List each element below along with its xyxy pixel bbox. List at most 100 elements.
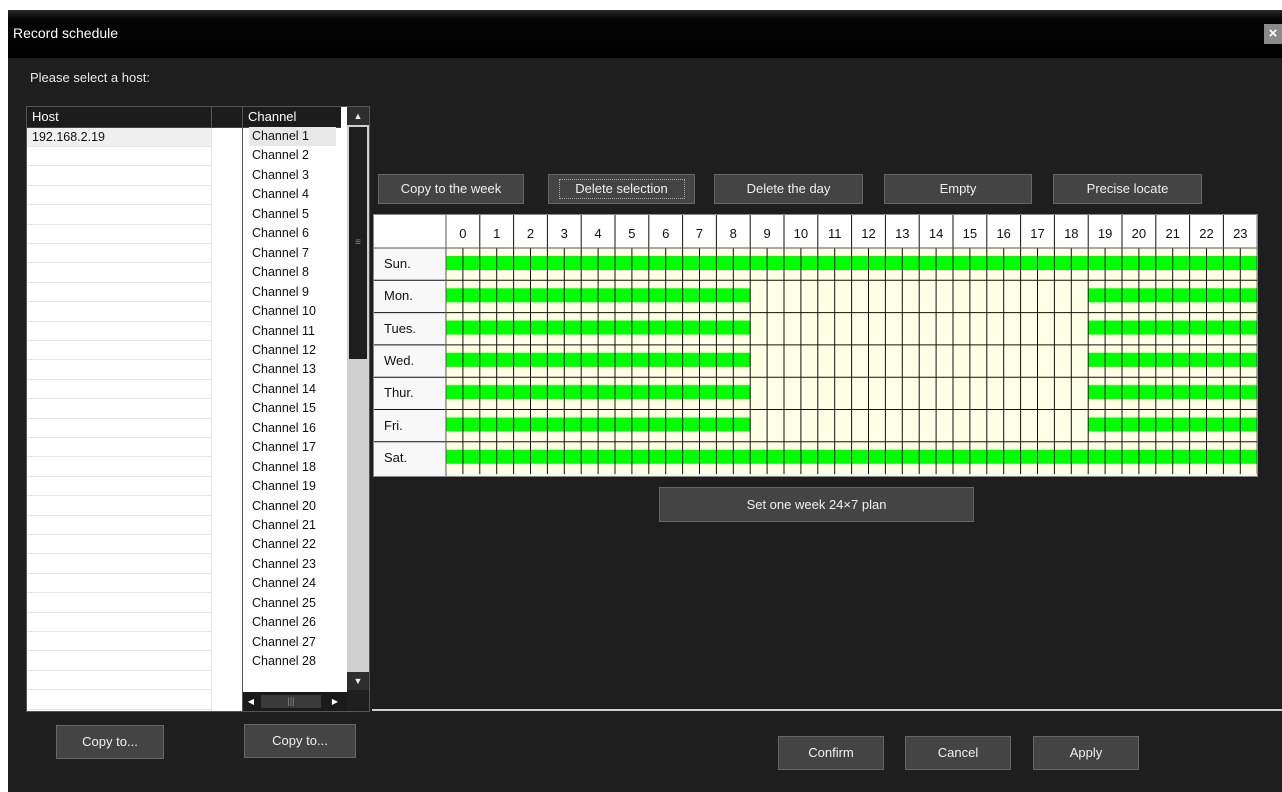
- delete-selection-button[interactable]: Delete selection: [548, 174, 695, 204]
- host-row[interactable]: 192.168.2.19: [27, 128, 211, 147]
- confirm-label: Confirm: [808, 745, 854, 760]
- triangle-right-icon[interactable]: ▶: [327, 692, 343, 711]
- hour-label: 4: [594, 226, 602, 241]
- host-empty-row: [27, 671, 211, 691]
- apply-label: Apply: [1069, 745, 1103, 760]
- channel-item[interactable]: Channel 18: [252, 458, 316, 477]
- select-host-prompt: Please select a host:: [30, 70, 150, 85]
- scrollbar-corner: [347, 690, 369, 711]
- host-empty-row: [27, 225, 211, 244]
- hour-label: 11: [827, 226, 842, 241]
- host-empty-row: [27, 380, 211, 400]
- delete-day-button[interactable]: Delete the day: [714, 174, 863, 204]
- host-empty-row: [27, 594, 211, 613]
- copy-to-week-button[interactable]: Copy to the week: [378, 174, 524, 204]
- host-copy-to-label: Copy to...: [82, 734, 138, 749]
- channel-item[interactable]: Channel 19: [252, 477, 316, 496]
- channel-item[interactable]: Channel 17: [252, 438, 316, 457]
- channel-item[interactable]: Channel 10: [252, 302, 316, 321]
- host-empty-row: [27, 303, 211, 322]
- channel-item[interactable]: Channel 5: [252, 205, 309, 224]
- day-label: Sun.: [384, 256, 411, 271]
- cancel-button[interactable]: Cancel: [905, 736, 1011, 770]
- channel-item[interactable]: Channel 6: [252, 224, 309, 243]
- host-empty-row: [27, 632, 211, 652]
- channel-item[interactable]: Channel 21: [252, 516, 316, 535]
- schedule-grid[interactable]: 0 1 2 3 4 5 6 7 8 9 10 11 12 13 14 15 16 17 18 19 20 21 22 23 S…: [373, 214, 1258, 477]
- set-week-plan-label: Set one week 24×7 plan: [746, 497, 887, 512]
- empty-label: Empty: [939, 181, 977, 196]
- confirm-button[interactable]: Confirm: [778, 736, 884, 770]
- channel-item[interactable]: Channel 7: [252, 244, 309, 263]
- channel-item[interactable]: Channel 2: [252, 146, 309, 165]
- channel-item[interactable]: Channel 24: [252, 574, 316, 593]
- apply-button[interactable]: Apply: [1033, 736, 1139, 770]
- hour-label: 22: [1199, 226, 1214, 241]
- channel-copy-to-label: Copy to...: [272, 733, 328, 748]
- host-empty-row: [27, 652, 211, 671]
- hour-label: 10: [793, 226, 809, 241]
- hour-label: 18: [1064, 226, 1079, 241]
- title-bar: Record schedule ×: [8, 10, 1282, 58]
- channel-item[interactable]: Channel 8: [252, 263, 309, 282]
- host-empty-row: [27, 691, 211, 710]
- hour-label: 23: [1233, 226, 1248, 241]
- triangle-left-icon[interactable]: ◀: [243, 692, 259, 711]
- close-icon[interactable]: ×: [1264, 24, 1282, 44]
- host-empty-row: [27, 555, 211, 574]
- channel-item[interactable]: Channel 26: [252, 613, 316, 632]
- channel-item[interactable]: Channel 1: [249, 127, 336, 147]
- empty-button[interactable]: Empty: [884, 174, 1032, 204]
- channel-item[interactable]: Channel 14: [252, 380, 316, 399]
- channel-item[interactable]: Channel 22: [252, 535, 316, 554]
- host-header-separator: [211, 107, 242, 127]
- channel-list[interactable]: Channel Channel 1 Channel 2 Channel 3 Chann…: [242, 106, 370, 712]
- host-empty-row: [27, 516, 211, 535]
- hour-label: 9: [763, 226, 771, 241]
- precise-locate-button[interactable]: Precise locate: [1053, 174, 1202, 204]
- channel-column-header: Channel: [248, 109, 297, 124]
- host-empty-row: [27, 186, 211, 206]
- triangle-down-icon[interactable]: ▼: [347, 672, 369, 690]
- channel-item[interactable]: Channel 25: [252, 594, 316, 613]
- host-empty-row: [27, 322, 211, 341]
- host-empty-row: [27, 341, 211, 361]
- channel-item[interactable]: Channel 23: [252, 555, 316, 574]
- channel-item[interactable]: Channel 28: [252, 652, 316, 671]
- channel-copy-to-button[interactable]: Copy to...: [244, 724, 356, 758]
- host-copy-to-button[interactable]: Copy to...: [56, 725, 164, 759]
- hour-label: 16: [996, 226, 1011, 241]
- host-list-header: Host: [27, 107, 271, 128]
- set-week-plan-button[interactable]: Set one week 24×7 plan: [659, 487, 974, 522]
- channel-vertical-scrollbar[interactable]: ▲ ≡ ▼: [347, 107, 369, 690]
- hour-label: 5: [628, 226, 636, 241]
- channel-item[interactable]: Channel 3: [252, 166, 309, 185]
- host-list-extra-column: [211, 128, 242, 711]
- host-empty-row: [27, 535, 211, 555]
- triangle-up-icon[interactable]: ▲: [347, 107, 369, 125]
- host-empty-row: [27, 438, 211, 458]
- channel-item[interactable]: Channel 12: [252, 341, 316, 360]
- channel-item[interactable]: Channel 15: [252, 399, 316, 418]
- schedule-grid-canvas[interactable]: [374, 215, 1257, 476]
- hour-header-bg: [374, 215, 1257, 248]
- host-empty-row: [27, 264, 211, 283]
- channel-item[interactable]: Channel 16: [252, 419, 316, 438]
- day-label: Mon.: [384, 288, 413, 304]
- channel-item[interactable]: Channel 11: [252, 322, 315, 341]
- channel-item[interactable]: Channel 20: [252, 497, 316, 516]
- channel-item[interactable]: Channel 13: [252, 360, 316, 379]
- hour-label: 15: [962, 226, 978, 241]
- dialog-title: Record schedule: [13, 25, 119, 41]
- hour-label: 2: [526, 226, 535, 241]
- host-list[interactable]: Host 192.168.2.19: [26, 106, 272, 712]
- channel-horizontal-scrollbar[interactable]: ◀ ||| ▶: [243, 692, 347, 711]
- horizontal-scrollbar-thumb[interactable]: |||: [261, 695, 321, 708]
- channel-item[interactable]: Channel 4: [252, 185, 309, 204]
- hour-label: 7: [695, 226, 704, 241]
- channel-item[interactable]: Channel 27: [252, 633, 316, 652]
- precise-locate-label: Precise locate: [1086, 181, 1169, 196]
- hour-label: 0: [459, 226, 467, 241]
- scrollbar-thumb[interactable]: ≡: [349, 127, 367, 359]
- channel-item[interactable]: Channel 9: [252, 283, 309, 302]
